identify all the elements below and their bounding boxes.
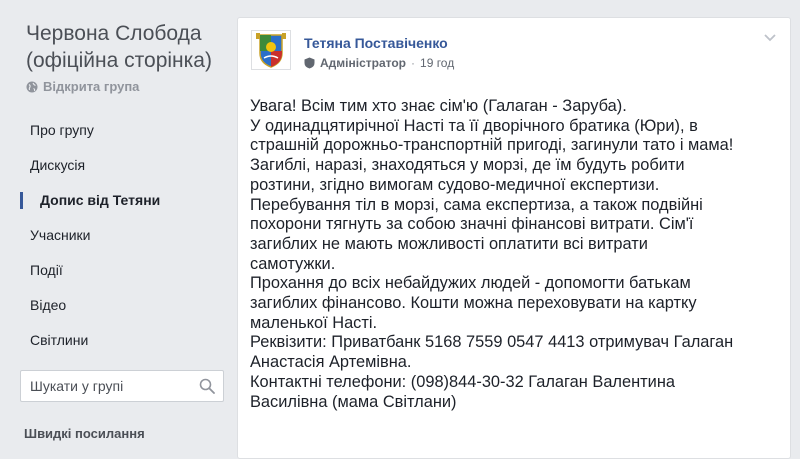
post-author[interactable]: Тетяна Поставіченко: [304, 35, 448, 51]
post-text-line: загиблих фінансово. Кошти можна перехову…: [250, 294, 697, 313]
post-text-line: Загиблі, наразі, знаходяться у морзі, де…: [250, 156, 685, 175]
group-privacy-label: Відкрита група: [43, 79, 140, 94]
post-text-line: Прохання до всіх небайдужих людей - допо…: [250, 274, 691, 293]
group-nav: Про групу Дискусія Допис від Тетяни Учас…: [20, 113, 232, 358]
coat-of-arms-icon: [252, 31, 290, 69]
nav-item-label: Про групу: [30, 122, 94, 138]
group-sidebar: Червона Слобода (офіційна сторінка) Відк…: [0, 0, 236, 445]
nav-item-label: Події: [30, 262, 63, 278]
nav-item-discussion[interactable]: Дискусія: [20, 148, 232, 183]
post-text-line: маленької Насті.: [250, 313, 378, 332]
nav-item-videos[interactable]: Відео: [20, 288, 232, 323]
post-text-line: самотужки.: [250, 254, 336, 273]
post-text-line: Василівна (мама Світлани): [250, 392, 457, 411]
post-text-line: страшній дорожньо-транспортній пригоді, …: [250, 136, 734, 155]
post-text-line: Перебування тіл в морзі, сама експертиза…: [250, 195, 703, 214]
post-card: Тетяна Поставіченко Адміністратор · 19 г…: [237, 17, 791, 459]
post-meta: Адміністратор · 19 год: [304, 56, 454, 70]
quick-links-heading: Швидкі посилання: [24, 426, 145, 441]
group-privacy: Відкрита група: [26, 79, 139, 94]
search-icon[interactable]: [199, 378, 215, 394]
nav-item-events[interactable]: Події: [20, 253, 232, 288]
nav-item-label: Дискусія: [30, 157, 86, 173]
post-text-line: Контактні телефони: (098)844-30-32 Галаг…: [250, 372, 675, 391]
post-text-line: У одинадцятирічної Насті та її дворічног…: [250, 116, 698, 135]
globe-icon: [26, 81, 38, 92]
nav-item-photos[interactable]: Світлини: [20, 323, 232, 358]
post-text-line: Увага! Всім тим хто знає сім'ю (Галаган …: [250, 97, 627, 115]
nav-item-label: Учасники: [30, 227, 91, 243]
nav-item-label: Допис від Тетяни: [40, 192, 161, 208]
nav-item-about[interactable]: Про групу: [20, 113, 232, 148]
group-search: [20, 370, 224, 402]
post-text-line: Анастасія Артемівна.: [250, 353, 412, 372]
post-text-line: загиблих не мають можливості оплатити вс…: [250, 234, 648, 253]
group-title[interactable]: Червона Слобода (офіційна сторінка): [26, 20, 236, 74]
post-text-line: похорони тягнуть за собою значні фінансо…: [250, 215, 694, 234]
post-body: Увага! Всім тим хто знає сім'ю (Галаган …: [250, 97, 790, 412]
nav-item-label: Світлини: [30, 332, 89, 348]
nav-item-members[interactable]: Учасники: [20, 218, 232, 253]
admin-shield-icon: [304, 57, 315, 69]
chevron-down-icon[interactable]: [764, 34, 776, 42]
admin-role-label: Адміністратор: [320, 56, 407, 70]
search-input[interactable]: [21, 377, 192, 395]
nav-item-label: Відео: [30, 297, 67, 313]
meta-separator: ·: [411, 56, 416, 70]
post-timestamp[interactable]: 19 год: [420, 56, 454, 70]
avatar[interactable]: [251, 30, 291, 70]
nav-item-post[interactable]: Допис від Тетяни: [20, 183, 232, 218]
post-text-line: розтини, згідно вимогам судово-медичної …: [250, 175, 660, 194]
post-text-line: Реквізити: Приватбанк 5168 7559 0547 441…: [250, 333, 734, 352]
